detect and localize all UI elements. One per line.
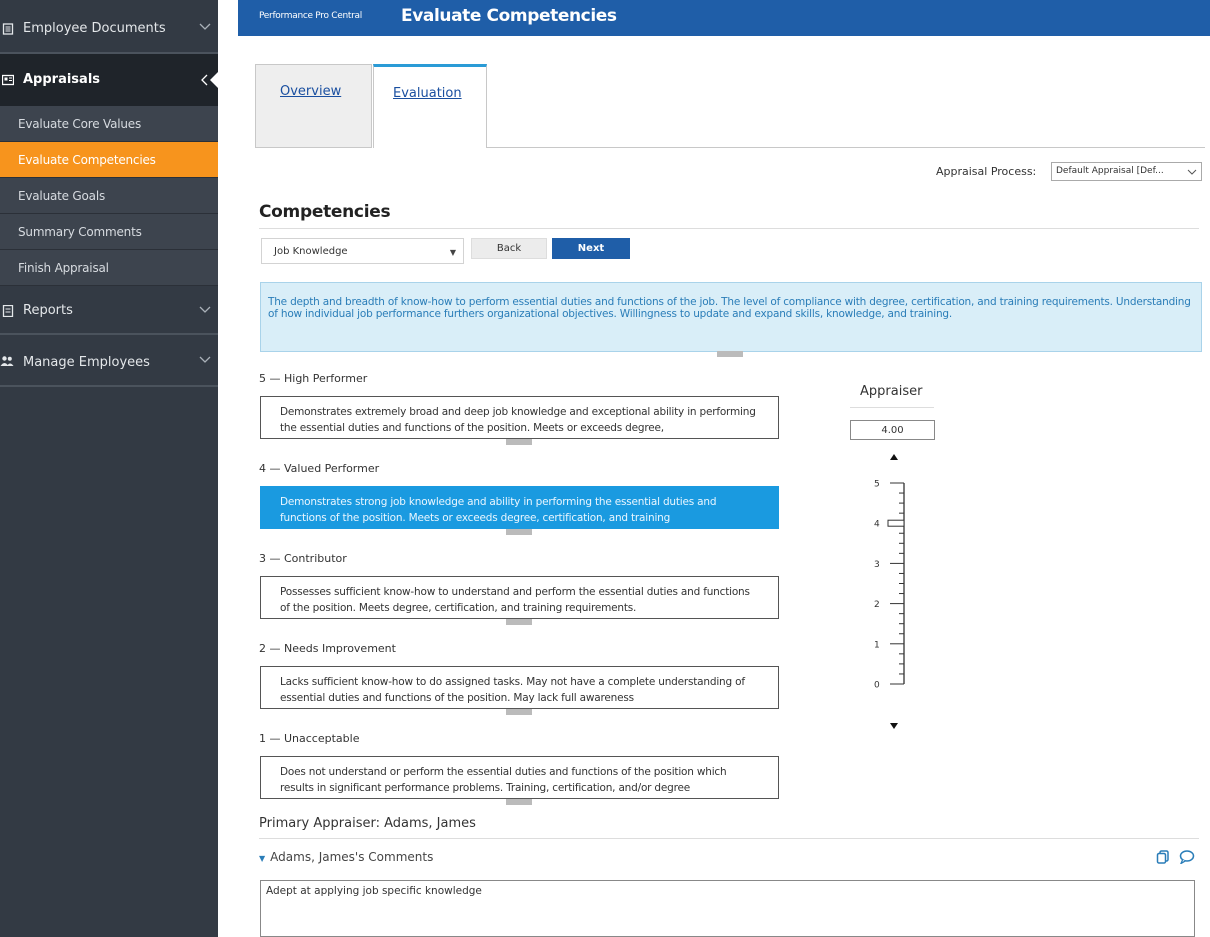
chevron-down-icon [199,356,211,363]
divider [850,407,934,408]
chevron-down-icon [1187,169,1197,175]
level-label: 4 — Valued Performer [259,462,380,475]
next-button[interactable]: Next [552,238,630,259]
tab-overview-link[interactable]: Overview [280,84,341,99]
active-pointer [210,72,218,88]
competency-select-value: Job Knowledge [274,246,348,257]
comment-textarea[interactable]: Adept at applying job specific knowledge [260,880,1195,937]
caret-down-icon: ▼ [449,248,456,257]
nav-manage-employees[interactable]: Manage Employees [0,335,218,387]
slider-scale-label: 0 [874,681,880,691]
rating-slider[interactable]: 5 4 3 2 1 0 [850,450,950,740]
competency-description: The depth and breadth of know-how to per… [260,282,1202,352]
slider-labels: 5 4 3 2 1 0 [874,480,880,691]
chevron-down-icon [199,23,211,30]
level-label: 2 — Needs Improvement [259,642,396,655]
comments-header-label: Adams, James's Comments [270,850,434,864]
slider-ticks [890,482,904,685]
top-header: Performance Pro Central Evaluate Compete… [238,0,1210,36]
slider-up-arrow[interactable] [890,454,898,460]
report-icon [2,305,14,317]
resize-handle[interactable] [506,799,532,805]
divider [259,228,1199,229]
competencies-heading: Competencies [259,202,391,222]
tab-divider [487,147,1205,148]
sidebar-item-evaluate-competencies[interactable]: Evaluate Competencies [0,142,218,178]
slider-scale-label: 4 [874,520,880,530]
slider-down-arrow[interactable] [890,723,898,729]
slider-thumb[interactable] [887,519,905,527]
chevron-down-icon [199,306,211,313]
document-icon [2,23,14,35]
tab-overview[interactable]: Overview [255,64,372,148]
sidebar-item-finish-appraisal[interactable]: Finish Appraisal [0,250,218,286]
nav-reports[interactable]: Reports [0,286,218,335]
back-button[interactable]: Back [471,238,547,259]
page-title: Evaluate Competencies [401,6,617,26]
sidebar: Employee Documents Appraisals Evaluate C… [0,0,218,937]
copy-icon[interactable] [1156,850,1170,864]
nav-employee-documents[interactable]: Employee Documents [0,0,218,54]
primary-appraiser: Primary Appraiser: Adams, James [259,816,476,831]
slider-scale-label: 2 [874,600,880,610]
sidebar-item-evaluate-goals[interactable]: Evaluate Goals [0,178,218,214]
competency-select[interactable]: Job Knowledge ▼ [261,238,464,264]
tab-evaluation-link[interactable]: Evaluation [393,86,462,101]
resize-handle[interactable] [506,619,532,625]
level-option-1[interactable]: Does not understand or perform the essen… [260,756,779,799]
slider-scale-label: 5 [874,480,880,490]
appraisal-process-select[interactable]: Default Appraisal [Def... [1051,162,1202,181]
nav-label: Reports [23,303,73,318]
brand-name: Performance Pro Central [259,11,362,21]
divider [259,838,1199,839]
people-icon [0,356,14,366]
slider-scale-label: 3 [874,560,880,570]
appraisal-card-icon [2,74,14,86]
level-option-2[interactable]: Lacks sufficient know-how to do assigned… [260,666,779,709]
appraisal-process-value: Default Appraisal [Def... [1056,166,1164,176]
nav-label: Appraisals [23,72,101,87]
level-label: 3 — Contributor [259,552,347,565]
resize-handle[interactable] [506,709,532,715]
level-label: 5 — High Performer [259,372,368,385]
comments-header[interactable]: ▼ Adams, James's Comments [259,850,433,864]
level-option-4[interactable]: Demonstrates strong job knowledge and ab… [260,486,779,529]
level-option-3[interactable]: Possesses sufficient know-how to underst… [260,576,779,619]
appraisal-process-label: Appraisal Process: [936,165,1037,178]
slider-scale-label: 1 [874,640,880,650]
collapse-triangle-icon: ▼ [259,854,266,863]
nav-appraisals[interactable]: Appraisals [0,54,218,106]
sidebar-item-summary-comments[interactable]: Summary Comments [0,214,218,250]
rating-input[interactable]: 4.00 [850,420,935,440]
tab-evaluation[interactable]: Evaluation [373,64,487,148]
sidebar-item-evaluate-core-values[interactable]: Evaluate Core Values [0,106,218,142]
resize-handle[interactable] [506,529,532,535]
level-option-5[interactable]: Demonstrates extremely broad and deep jo… [260,396,779,439]
resize-handle[interactable] [717,351,743,357]
resize-handle[interactable] [506,439,532,445]
level-label: 1 — Unacceptable [259,732,360,745]
nav-label: Manage Employees [23,355,150,370]
comment-bubble-icon[interactable] [1179,850,1195,864]
nav-label: Employee Documents [23,21,166,36]
appraiser-label: Appraiser [860,384,923,399]
